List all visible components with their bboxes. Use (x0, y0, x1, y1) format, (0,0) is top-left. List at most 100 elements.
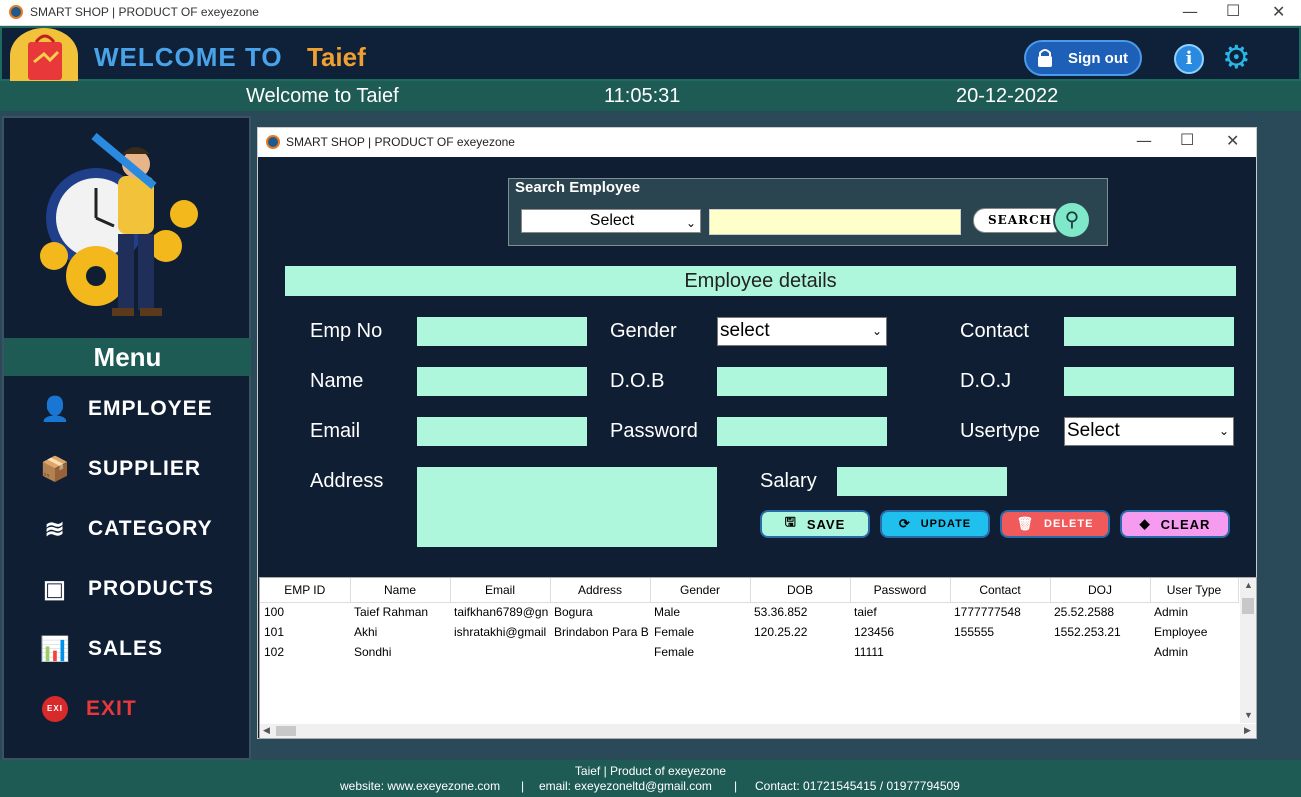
employee-table[interactable]: EMP ID Name Email Address Gender DOB Pas… (259, 577, 1257, 739)
table-row[interactable]: 101 Akhi ishratakhi@gmail Brindabon Para B F… (260, 622, 1238, 642)
app-icon (9, 5, 23, 19)
welcome-heading: WELCOME TO (94, 42, 283, 72)
horizontal-scrollbar[interactable]: ◀ ▶ (260, 724, 1256, 738)
chevron-down-icon: ⌄ (871, 324, 882, 338)
update-label: UPDATE (920, 518, 972, 530)
employee-grid: EMP ID Name Email Address Gender DOB Pas… (260, 578, 1239, 662)
doj-label: D.O.J (960, 370, 1012, 392)
table-cell: 100 (264, 605, 285, 620)
save-button[interactable]: 🖫 SAVE (760, 510, 870, 538)
column-header[interactable]: DOB (750, 578, 851, 603)
address-label: Address (310, 470, 384, 492)
table-cell: taief (854, 605, 877, 620)
sidebar-item-category[interactable]: ≋ CATEGORY (40, 509, 213, 549)
search-button[interactable]: SEARCH (973, 208, 1065, 233)
password-field[interactable] (717, 417, 887, 446)
sidebar-item-employee[interactable]: 👤 EMPLOYEE (40, 389, 213, 429)
table-cell: Brindabon Para B (554, 625, 649, 639)
vertical-scrollbar[interactable]: ▲ ▼ (1240, 578, 1256, 723)
table-cell: Male (654, 605, 681, 620)
sidebar-item-sales[interactable]: 📊 SALES (40, 629, 163, 669)
column-header[interactable]: Contact (950, 578, 1051, 603)
table-cell: taifkhan6789@gn (454, 605, 549, 620)
delete-label: DELETE (1044, 518, 1094, 530)
sign-out-button[interactable]: Sign out (1024, 40, 1142, 76)
chevron-down-icon: ⌄ (685, 216, 696, 230)
table-cell: 101 (264, 625, 285, 639)
table-header-row: EMP ID Name Email Address Gender DOB Pas… (260, 578, 1239, 603)
minimize-button[interactable]: — (1182, 2, 1198, 21)
menu-header: Menu (4, 338, 251, 376)
contact-label: Contact (960, 320, 1029, 342)
doj-field[interactable] (1064, 367, 1234, 396)
inner-minimize-button[interactable]: — (1136, 131, 1152, 150)
delete-button[interactable]: 🗑 DELETE (1000, 510, 1110, 538)
column-header[interactable]: User Type (1150, 578, 1239, 603)
update-icon: ⟳ (898, 516, 911, 531)
table-cell: 11111 (854, 645, 884, 659)
sidebar-item-exit[interactable]: EXI EXIT (40, 689, 137, 729)
column-header[interactable]: Email (450, 578, 551, 603)
close-button[interactable]: ✕ (1272, 2, 1285, 21)
table-cell (450, 642, 550, 662)
magnifier-icon[interactable]: ⚲ (1053, 201, 1091, 239)
sidebar-item-products[interactable]: ▣ PRODUCTS (40, 569, 214, 609)
app-icon (266, 135, 280, 149)
column-header[interactable]: Address (550, 578, 651, 603)
settings-gear-icon[interactable]: ⚙ (1222, 40, 1251, 74)
salary-label: Salary (760, 470, 817, 492)
table-row[interactable]: 100 Taief Rahman taifkhan6789@gn Bogura Male… (260, 602, 1238, 622)
sidebar-item-label: SUPPLIER (88, 457, 202, 480)
table-cell (750, 642, 850, 662)
column-header[interactable]: Gender (650, 578, 751, 603)
contact-field[interactable] (1064, 317, 1234, 346)
table-cell (950, 642, 1050, 662)
column-header[interactable]: EMP ID (260, 578, 351, 603)
window-title: SMART SHOP | PRODUCT OF exeyezone (30, 5, 259, 19)
emp-no-field[interactable] (417, 317, 587, 346)
mechanic-illustration (34, 126, 214, 336)
supplier-icon: 📦 (40, 455, 71, 483)
footer-contact: Contact: 01721545415 / 01977794509 (755, 779, 960, 793)
usertype-select[interactable]: Select ⌄ (1064, 417, 1234, 446)
employee-window-titlebar: SMART SHOP | PRODUCT OF exeyezone — ☐ ✕ (258, 128, 1256, 157)
delete-icon: 🗑 (1016, 516, 1035, 531)
table-cell: 53.36.852 (754, 605, 808, 620)
footer-credit: Taief | Product of exeyezone (574, 764, 727, 778)
search-by-select[interactable]: Select ⌄ (521, 209, 701, 233)
inner-maximize-button[interactable]: ☐ (1180, 130, 1194, 149)
dob-field[interactable] (717, 367, 887, 396)
footer: Taief | Product of exeyezone website: ww… (0, 760, 1301, 797)
search-employee-panel: Search Employee Select ⌄ SEARCH ⚲ (508, 178, 1108, 246)
search-input[interactable] (709, 209, 961, 235)
email-field[interactable] (417, 417, 587, 446)
status-clock: 11:05:31 (604, 85, 681, 107)
table-cell: Admin (1154, 605, 1189, 620)
inner-close-button[interactable]: ✕ (1226, 131, 1239, 150)
info-icon[interactable]: i (1174, 44, 1204, 74)
column-header[interactable]: DOJ (1050, 578, 1151, 603)
sidebar-item-label: PRODUCTS (88, 577, 214, 600)
table-row[interactable]: 102 Sondhi Female 11111 Admin (260, 642, 1238, 662)
header-username: Taief (307, 42, 366, 72)
gender-value: select (720, 320, 770, 341)
sidebar: Menu 👤 EMPLOYEE 📦 SUPPLIER ≋ CATEGORY ▣ … (2, 116, 251, 760)
sidebar-item-supplier[interactable]: 📦 SUPPLIER (40, 449, 201, 489)
chevron-down-icon: ⌄ (1218, 424, 1229, 438)
name-field[interactable] (417, 367, 587, 396)
update-button[interactable]: ⟳ UPDATE (880, 510, 990, 538)
column-header[interactable]: Password (850, 578, 951, 603)
status-welcome: Welcome to Taief (246, 85, 399, 107)
clear-button[interactable]: ◆ CLEAR (1120, 510, 1230, 538)
address-field[interactable] (417, 467, 717, 547)
save-icon: 🖫 (784, 514, 797, 529)
gender-select[interactable]: select ⌄ (717, 317, 887, 346)
emp-no-label: Emp No (310, 320, 383, 342)
table-cell: ishratakhi@gmail (454, 625, 547, 639)
maximize-button[interactable]: ☐ (1226, 1, 1240, 20)
table-cell (1050, 642, 1150, 662)
clear-label: CLEAR (1160, 516, 1211, 532)
search-legend: Search Employee (515, 179, 641, 196)
column-header[interactable]: Name (350, 578, 451, 603)
salary-field[interactable] (837, 467, 1007, 496)
